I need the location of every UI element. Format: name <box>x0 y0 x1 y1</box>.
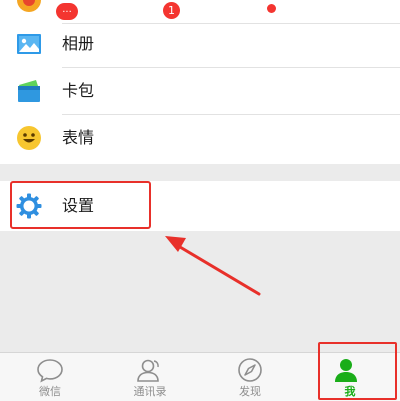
compass-icon <box>238 358 262 382</box>
chat-bubble-icon <box>37 359 63 383</box>
chats-unread-badge: ... <box>56 3 78 20</box>
album-icon <box>17 34 41 54</box>
gear-icon <box>16 193 42 219</box>
menu-group-settings: 设置 <box>0 181 400 231</box>
emoji-icon <box>17 126 41 150</box>
tab-label: 微信 <box>39 385 61 398</box>
menu-item-label: 相册 <box>62 34 95 53</box>
tab-bar: 微信 通讯录 发现 我 <box>0 352 400 401</box>
tab-label: 通讯录 <box>133 385 167 398</box>
contacts-icon <box>137 359 159 382</box>
menu-item-album[interactable]: 相册 <box>0 20 400 68</box>
menu-group-top: 收藏 相册 卡包 表情 <box>0 0 400 164</box>
menu-item-label: 设置 <box>62 196 95 215</box>
tab-me[interactable]: 我 <box>300 353 400 401</box>
menu-item-card-wallet[interactable]: 卡包 <box>0 67 400 115</box>
discover-red-dot <box>267 4 276 13</box>
card-wallet-icon <box>18 80 40 102</box>
tab-discover[interactable]: 发现 <box>200 353 300 401</box>
person-icon <box>335 359 357 382</box>
tab-label: 我 <box>344 385 356 398</box>
tab-contacts[interactable]: 通讯录 <box>100 353 200 401</box>
menu-item-label: 卡包 <box>62 81 95 100</box>
contacts-count-badge: 1 <box>163 2 180 19</box>
menu-item-label: 表情 <box>62 128 95 147</box>
tab-chats[interactable]: 微信 <box>0 353 100 401</box>
favorites-icon <box>17 0 41 12</box>
tab-label: 发现 <box>239 385 261 398</box>
menu-item-emoji[interactable]: 表情 <box>0 114 400 162</box>
menu-item-settings[interactable]: 设置 <box>0 181 400 231</box>
